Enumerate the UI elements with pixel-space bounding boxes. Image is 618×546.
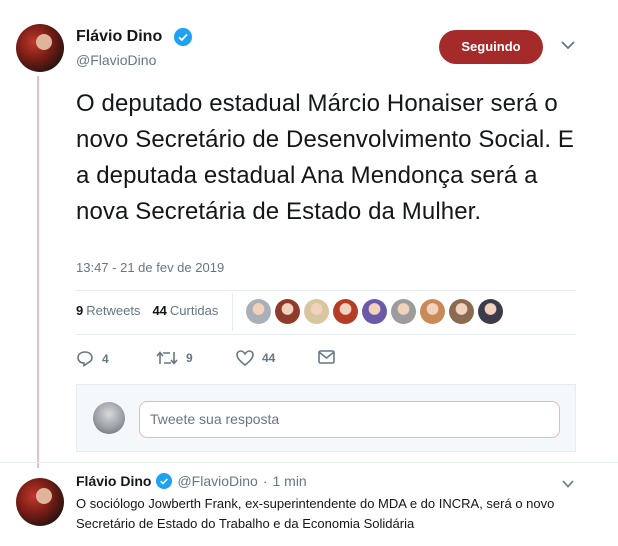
liker-avatar[interactable] <box>275 299 300 324</box>
like-count: 44 <box>262 351 276 365</box>
author-name[interactable]: Flávio Dino <box>76 28 162 46</box>
retweet-icon <box>156 351 178 365</box>
liker-avatar[interactable] <box>362 299 387 324</box>
next-tweet-handle[interactable]: @FlavioDino <box>177 473 257 489</box>
likes-stat[interactable]: 44 Curtidas <box>152 303 218 318</box>
next-tweet-avatar[interactable] <box>16 478 64 526</box>
verified-badge-icon <box>174 28 192 46</box>
reply-composer: Tweete sua resposta <box>76 384 576 452</box>
chevron-down-icon[interactable] <box>562 480 574 488</box>
tweet-timestamp[interactable]: 13:47 - 21 de fev de 2019 <box>76 260 224 275</box>
separator-dot: · <box>262 473 268 489</box>
reply-icon <box>77 351 93 367</box>
liker-avatar[interactable] <box>420 299 445 324</box>
liker-avatar[interactable] <box>449 299 474 324</box>
chevron-down-icon[interactable] <box>561 40 575 50</box>
stats-separator <box>232 293 233 331</box>
retweets-stat[interactable]: 9 Retweets <box>76 303 140 318</box>
liker-avatar[interactable] <box>333 299 358 324</box>
tweet-stats: 9 Retweets 44 Curtidas <box>76 303 218 318</box>
liker-avatars <box>246 299 503 324</box>
reply-count: 4 <box>102 351 109 366</box>
divider <box>76 334 576 335</box>
divider <box>0 462 618 463</box>
reply-action[interactable]: 4 <box>76 350 109 367</box>
liker-avatar[interactable] <box>391 299 416 324</box>
envelope-icon <box>318 350 335 364</box>
retweet-action[interactable]: 9 <box>156 350 193 366</box>
message-action[interactable] <box>318 350 335 364</box>
current-user-avatar <box>93 402 125 434</box>
thread-line <box>37 76 39 468</box>
verified-badge-icon <box>156 473 173 489</box>
retweet-count: 9 <box>186 351 193 365</box>
liker-avatar[interactable] <box>478 299 503 324</box>
divider <box>76 290 576 291</box>
heart-icon <box>236 350 254 366</box>
liker-avatar[interactable] <box>246 299 271 324</box>
reply-input[interactable]: Tweete sua resposta <box>139 401 560 438</box>
author-avatar[interactable] <box>16 24 64 72</box>
next-tweet-text: O sociólogo Jowberth Frank, ex-superinte… <box>76 496 555 531</box>
following-button[interactable]: Seguindo <box>439 30 543 64</box>
liker-avatar[interactable] <box>304 299 329 324</box>
like-action[interactable]: 44 <box>236 350 275 366</box>
tweet-text: O deputado estadual Márcio Honaiser será… <box>76 90 574 225</box>
next-tweet-time[interactable]: 1 min <box>272 473 306 489</box>
next-tweet-header: Flávio Dino @FlavioDino · 1 min <box>76 473 307 489</box>
author-handle[interactable]: @FlavioDino <box>76 52 156 68</box>
next-tweet-author-name[interactable]: Flávio Dino <box>76 473 151 489</box>
